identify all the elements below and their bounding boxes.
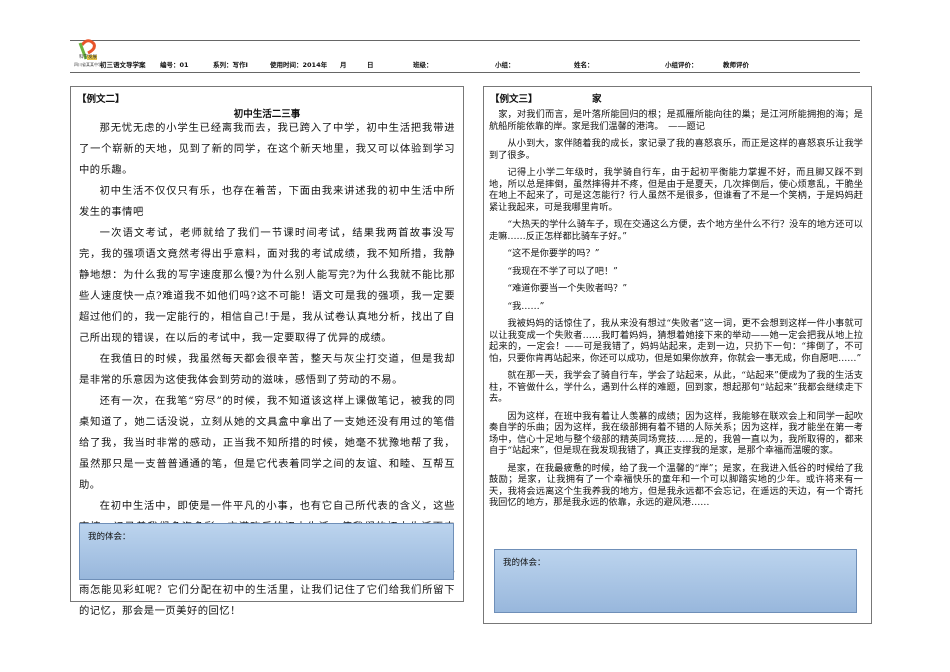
class-field: 班级： xyxy=(413,61,433,69)
paragraph: 初中生活不仅仅只有乐，也存在着苦，下面由我来讲述我的初中生活中所发生的事情吧 xyxy=(79,185,455,218)
example-two-tag: 【例文二】 xyxy=(77,94,125,105)
paragraph: 我被妈妈的话惊住了，我从来没有想过“失败者”这一词，更不会想到这样一件小事就可以… xyxy=(489,318,863,364)
paragraph: “这不是你要学的吗？” xyxy=(507,248,600,259)
paragraph: “难道你要当一个失败者吗？” xyxy=(507,283,628,294)
course-title: 初三语文导学案 xyxy=(100,61,146,69)
example-three-body: 家，对我们而言，是叶落所能回归的根；是孤雁所能向往的巢；是江河所能拥抱的海；是航… xyxy=(489,109,863,515)
school-logo-text: 科学发展 xyxy=(79,55,97,60)
paragraph: “我现在不学了可以了吧！” xyxy=(507,265,618,277)
example-two-panel: 【例文二】 初中生活二三事 那无忧无虑的小学生已经离我而去，我已跨入了中学，初中… xyxy=(70,86,464,617)
teacher-eval-field: 教师评价 xyxy=(723,61,749,69)
name-field: 姓名： xyxy=(574,61,594,69)
month-label: 月 xyxy=(340,61,347,69)
paragraph: 那无忧无虑的小学生已经离我而去，我已跨入了中学，初中生活把我带进了一个崭新的天地… xyxy=(79,122,455,176)
example-three-title: 家 xyxy=(592,94,602,105)
doc-number: 编号：01 xyxy=(160,61,189,69)
example-three-tag: 【例文三】 xyxy=(490,94,538,105)
paragraph: 在我值日的时候，我虽然每天都会很辛苦，整天与灰尘打交道，但是我却是非常的乐意因为… xyxy=(79,353,455,386)
group-field: 小组： xyxy=(495,61,515,69)
paragraph: 因为这样，在班中我有着让人羡慕的成绩；因为这样，我能够在联欢会上和同学一起吹奏自… xyxy=(489,410,863,457)
my-reflection-box[interactable]: 我的体会： xyxy=(494,549,857,613)
my-reflection-box[interactable]: 我的体会： xyxy=(79,523,454,580)
paragraph: 还有一次，在我笔“穷尽”的时候，我不知道该这样上课做笔记，被我的同桌知道了，她二… xyxy=(79,395,455,491)
paragraph: 家，对我们而言，是叶落所能回归的根；是孤雁所能向往的巢；是江河所能拥抱的海；是航… xyxy=(489,109,863,132)
reflection-label: 我的体会： xyxy=(88,532,131,542)
paragraph: 就在那一天，我学会了骑自行车，学会了站起来，从此，“站起来”便成为了我的生活支柱… xyxy=(489,370,863,404)
reflection-label: 我的体会： xyxy=(503,558,546,568)
paragraph: 一次语文考试，老师就给了我们一节课时间考试，结果我两首故事没写完，我的强项语文竟… xyxy=(79,227,455,344)
group-eval-field: 小组评价： xyxy=(665,61,698,69)
series: 系列：写作Ⅰ xyxy=(213,61,248,69)
example-three-panel: 【例文三】 家 家，对我们而言，是叶落所能回归的根；是孤雁所能向往的巢；是江河所… xyxy=(483,86,872,624)
use-time: 使用时间：2014年 xyxy=(270,61,328,69)
paragraph: 从小到大，家伴随着我的成长，家记录了我的喜怒哀乐，而正是这样的喜怒哀乐让我学到了… xyxy=(489,138,863,161)
paragraph: “大热天的学什么骑车子，现在交通这么方便，去个地方坐什么不行？没车的地方还可以走… xyxy=(489,219,863,242)
school-name: 四川省某某中学 xyxy=(74,62,102,67)
day-label: 日 xyxy=(367,61,374,69)
paragraph: 记得上小学二年级时，我学骑自行车，由于起初平衡能力掌握不好，而且脚又踩不到地，所… xyxy=(489,167,863,213)
paragraph: “我……” xyxy=(507,300,545,312)
document-header: 科学发展 四川省某某中学 初三语文导学案 编号：01 系列：写作Ⅰ 使用时间：2… xyxy=(70,39,860,73)
paragraph: 是家，在我最疲惫的时候，给了我一个温馨的“岸”；是家，在我进入低谷的时候给了我鼓… xyxy=(489,462,863,509)
